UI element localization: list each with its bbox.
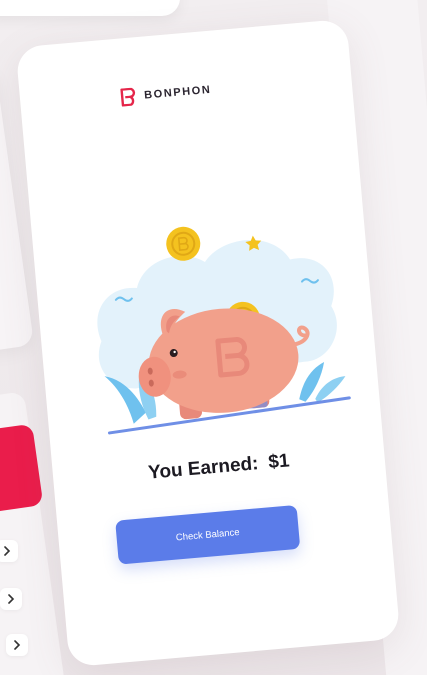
piggy-bank-illustration (97, 226, 351, 435)
chevron-right-icon (8, 594, 15, 604)
side-list-item-3[interactable] (6, 634, 28, 656)
phone-screen: BONPHON You Earned: $1 Check Balance (15, 18, 401, 668)
chevron-right-icon (14, 640, 21, 650)
earned-summary: You Earned: $1 (53, 442, 386, 493)
side-list-item-2[interactable] (0, 588, 22, 610)
side-list-item-1[interactable] (0, 540, 18, 562)
screen: BONPHON You Earned: $1 Check Balance (0, 0, 427, 675)
chevron-right-icon (4, 546, 11, 556)
earned-label: You Earned: (147, 453, 260, 484)
coin-icon (166, 226, 201, 261)
brand-name: BONPHON (143, 83, 212, 102)
check-balance-button[interactable]: Check Balance (115, 504, 301, 565)
background-card-top (0, 0, 180, 16)
bonphon-logo-icon (120, 87, 136, 107)
side-red-card[interactable] (0, 423, 44, 515)
earned-amount: $1 (267, 450, 291, 474)
brand-header: BONPHON (120, 81, 213, 107)
